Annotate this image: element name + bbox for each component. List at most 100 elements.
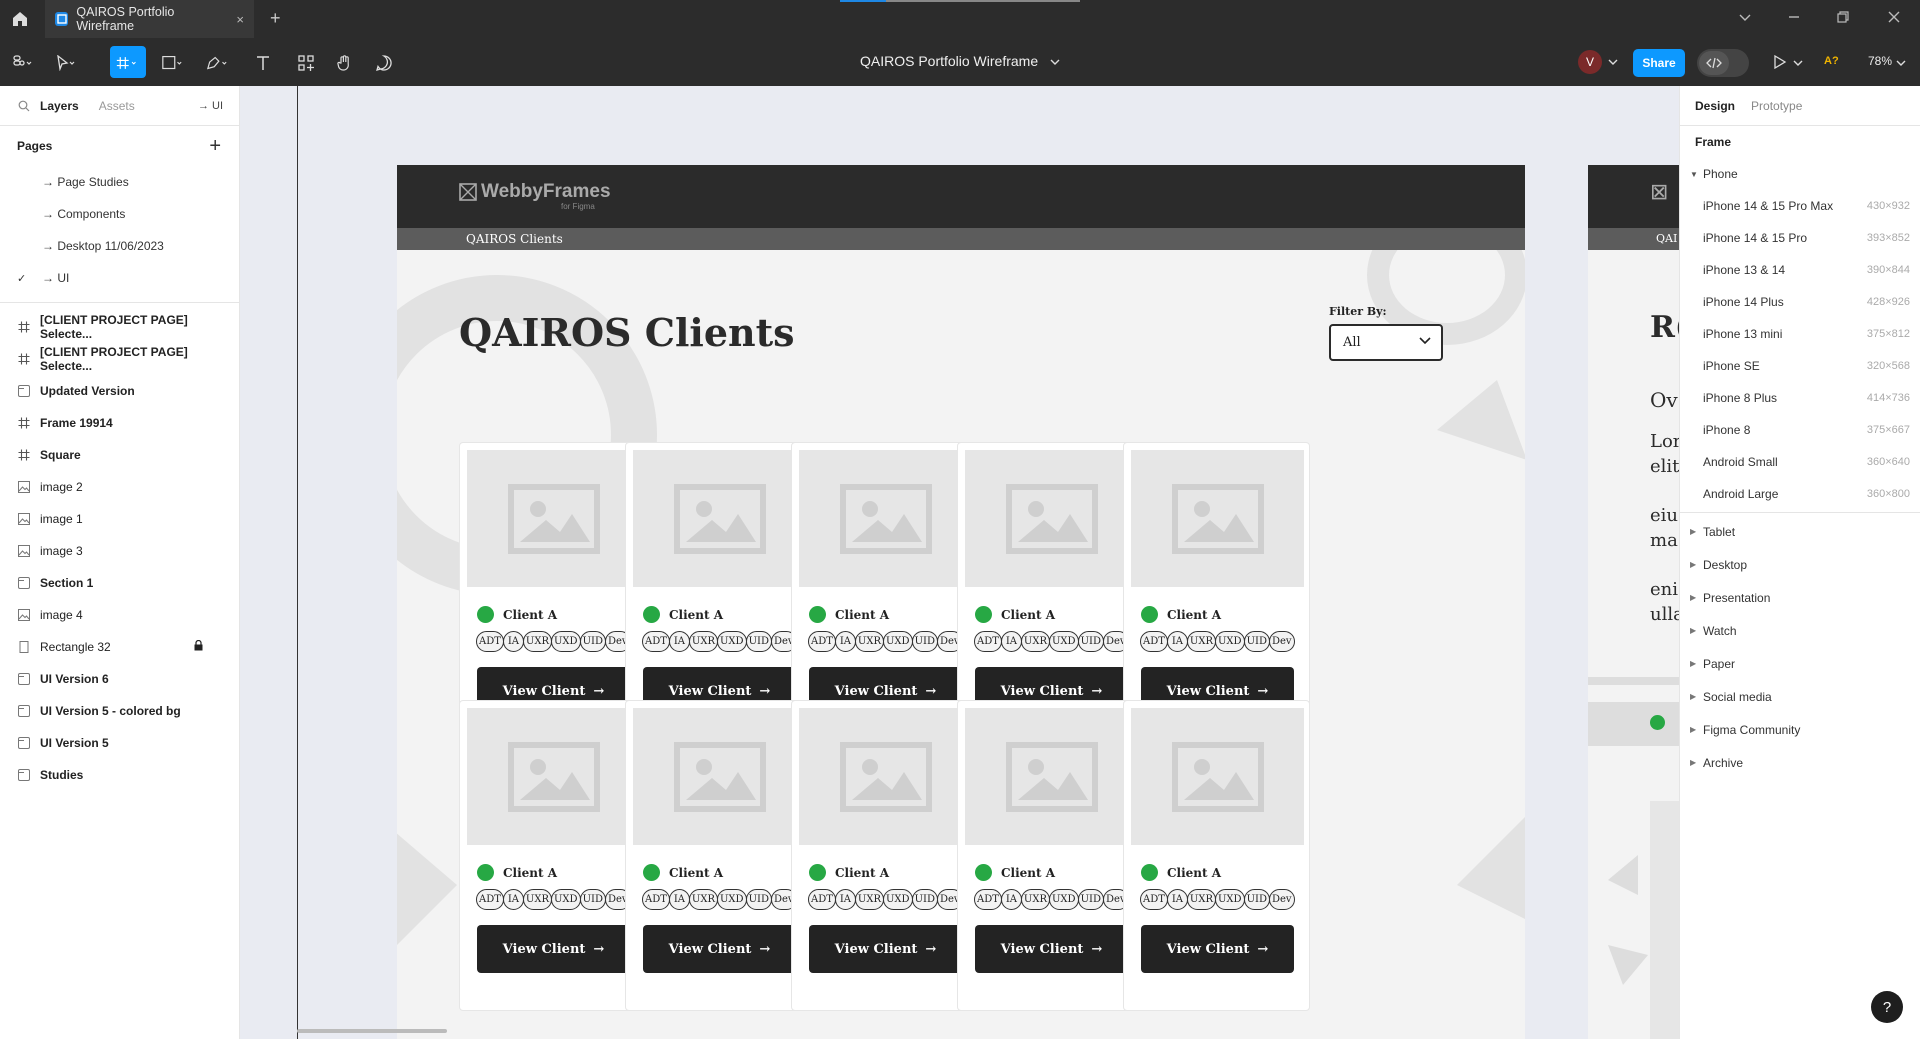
text-tool-icon[interactable] (252, 52, 274, 74)
service-tag: ADT (808, 889, 836, 910)
preset-category[interactable]: ▶ Paper (1680, 647, 1920, 680)
preset-group-phone[interactable]: ▼ Phone (1680, 158, 1920, 190)
horizontal-scrollbar[interactable] (297, 1029, 447, 1033)
add-page-button[interactable]: + (209, 135, 221, 158)
preset-category[interactable]: ▶ Tablet (1680, 515, 1920, 548)
frame-tool-icon[interactable] (116, 52, 138, 74)
preset-category[interactable]: ▶ Presentation (1680, 581, 1920, 614)
dev-mode-toggle[interactable] (1697, 49, 1749, 77)
layer-item[interactable]: image 1 (0, 503, 239, 535)
present-play-icon[interactable] (1773, 55, 1787, 69)
chevron-down-icon[interactable] (1793, 58, 1803, 68)
search-icon[interactable] (18, 100, 30, 112)
layer-item[interactable]: Studies (0, 759, 239, 791)
share-button[interactable]: Share (1633, 49, 1685, 77)
image-placeholder-icon (799, 450, 972, 587)
page-item[interactable]: → Desktop 11/06/2023 (0, 230, 239, 262)
resources-tool-icon[interactable] (295, 52, 317, 74)
preset-category[interactable]: ▶ Social media (1680, 680, 1920, 713)
preset-category[interactable]: ▶ Archive (1680, 746, 1920, 779)
layer-item[interactable]: image 4 (0, 599, 239, 631)
site-logo[interactable]: WebbyFrames (459, 181, 611, 203)
view-client-label: View Client (668, 941, 752, 957)
loading-progress (840, 0, 1080, 2)
layer-item[interactable]: Square (0, 439, 239, 471)
lock-icon[interactable] (194, 640, 203, 651)
document-title[interactable]: QAIROS Portfolio Wireframe (0, 53, 1920, 69)
current-page-indicator[interactable]: → UI (198, 100, 223, 112)
chevron-down-icon[interactable] (1896, 58, 1906, 68)
new-tab-button[interactable]: + (270, 8, 281, 29)
close-tab-icon[interactable]: × (236, 12, 244, 27)
layer-item[interactable]: image 2 (0, 471, 239, 503)
view-client-button[interactable]: View Client → (477, 925, 630, 973)
restore-icon[interactable] (1836, 10, 1850, 24)
caret-right-icon: ▶ (1690, 725, 1697, 734)
layer-item[interactable]: UI Version 6 (0, 663, 239, 695)
view-client-button[interactable]: View Client → (1141, 925, 1294, 973)
chevron-down-icon[interactable] (1608, 57, 1618, 67)
page-item[interactable]: → Page Studies (0, 166, 239, 198)
layer-item[interactable]: [CLIENT PROJECT PAGE] Selecte... (0, 343, 239, 375)
client-name: Client A (669, 866, 724, 880)
layer-item[interactable]: Frame 19914 (0, 407, 239, 439)
view-client-button[interactable]: View Client → (809, 925, 962, 973)
page-item[interactable]: → Components (0, 198, 239, 230)
layer-item[interactable]: [CLIENT PROJECT PAGE] Selecte... (0, 311, 239, 343)
rectangle-tool-icon[interactable] (161, 52, 183, 74)
device-preset-name: iPhone SE (1703, 359, 1760, 373)
body-text-line: Lor (1650, 431, 1679, 452)
help-button[interactable]: ? (1871, 991, 1903, 1023)
tab-design[interactable]: Design (1695, 99, 1735, 113)
chevron-down-icon[interactable] (1050, 57, 1060, 67)
canvas[interactable]: WebbyFrames for Figma QAIROS Clients QAI… (241, 86, 1679, 1039)
close-window-icon[interactable] (1887, 10, 1901, 24)
tab-prototype[interactable]: Prototype (1751, 99, 1802, 113)
avatar[interactable]: V (1578, 50, 1602, 74)
chevron-down-icon[interactable] (1738, 10, 1752, 24)
main-menu-icon[interactable] (12, 52, 34, 74)
page-title: QAIROS Clients (459, 310, 795, 355)
device-preset[interactable]: iPhone 8 375×667 (1680, 414, 1920, 446)
zoom-level[interactable]: 78% (1868, 54, 1892, 68)
missing-fonts-warning[interactable]: A? (1824, 55, 1839, 67)
device-preset[interactable]: iPhone SE 320×568 (1680, 350, 1920, 382)
minimize-icon[interactable] (1787, 10, 1801, 24)
device-preset[interactable]: Android Small 360×640 (1680, 446, 1920, 478)
file-tab[interactable]: QAIROS Portfolio Wireframe × (45, 0, 254, 38)
view-client-button[interactable]: View Client → (643, 925, 796, 973)
clients-page-frame[interactable]: WebbyFrames for Figma QAIROS Clients QAI… (397, 165, 1525, 1039)
device-preset[interactable]: iPhone 13 mini 375×812 (1680, 318, 1920, 350)
hand-tool-icon[interactable] (334, 52, 356, 74)
preset-category[interactable]: ▶ Desktop (1680, 548, 1920, 581)
layer-item[interactable]: UI Version 5 - colored bg (0, 695, 239, 727)
pen-tool-icon[interactable] (206, 52, 228, 74)
device-preset[interactable]: Android Large 360×800 (1680, 478, 1920, 510)
client-name: Client A (835, 608, 890, 622)
move-tool-icon[interactable] (55, 52, 77, 74)
service-tag: UXR (522, 631, 552, 652)
preset-category[interactable]: ▶ Figma Community (1680, 713, 1920, 746)
device-preset[interactable]: iPhone 8 Plus 414×736 (1680, 382, 1920, 414)
service-tag: UID (1077, 631, 1104, 652)
preset-categories: ▶ Tablet ▶ Desktop ▶ Presentation ▶ Watch ▶ Paper… (1680, 515, 1920, 779)
view-client-button[interactable]: View Client → (975, 925, 1128, 973)
layer-item[interactable]: Section 1 (0, 567, 239, 599)
layer-item[interactable]: UI Version 5 (0, 727, 239, 759)
layer-item[interactable]: Updated Version (0, 375, 239, 407)
preset-category[interactable]: ▶ Watch (1680, 614, 1920, 647)
comment-tool-icon[interactable] (373, 52, 395, 74)
tab-assets[interactable]: Assets (99, 99, 135, 113)
layer-item[interactable]: image 3 (0, 535, 239, 567)
home-icon[interactable] (10, 9, 30, 29)
device-preset[interactable]: iPhone 14 Plus 428×926 (1680, 286, 1920, 318)
layer-item[interactable]: Rectangle 32 (0, 631, 239, 663)
device-preset[interactable]: iPhone 13 & 14 390×844 (1680, 254, 1920, 286)
client-name: Client A (669, 608, 724, 622)
tab-layers[interactable]: Layers (40, 99, 79, 113)
device-preset[interactable]: iPhone 14 & 15 Pro Max 430×932 (1680, 190, 1920, 222)
next-frame-partial[interactable]: ⊠ QAI R( Ov Lor elit eiu ma eni ulla (1588, 165, 1679, 1039)
page-item[interactable]: ✓ → UI (0, 262, 239, 294)
device-preset[interactable]: iPhone 14 & 15 Pro 393×852 (1680, 222, 1920, 254)
filter-select[interactable]: All (1329, 324, 1443, 361)
